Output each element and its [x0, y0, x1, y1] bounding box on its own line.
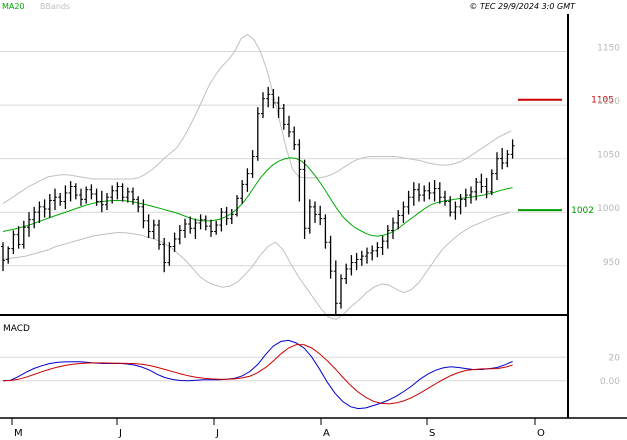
- macd-panel: MACD 0.00 20: [0, 324, 620, 410]
- price-tick-label: 950: [603, 258, 620, 268]
- month-label: A: [323, 428, 330, 439]
- macd-title: MACD: [3, 324, 30, 334]
- price-tick-label: 1050: [597, 151, 620, 161]
- price-tick-label: 1100: [597, 97, 620, 107]
- price-panel: 11051002 9501000105011001150: [0, 14, 620, 320]
- price-axis: 950 1000 1050 1100 1150: [597, 44, 620, 268]
- macd-signal-line: [2, 344, 513, 405]
- macd-axis: 0.00 20: [600, 353, 620, 387]
- macd-tick-label: 20: [609, 353, 621, 363]
- price-tick-label: 1000: [597, 204, 620, 214]
- month-label: S: [429, 428, 435, 439]
- chart-root: MA20 BBands © TEC 29/9/2024 3:0 GMT 1105…: [0, 0, 627, 440]
- month-label: J: [118, 428, 122, 439]
- legend: MA20 BBands: [2, 2, 70, 11]
- copyright-text: © TEC 29/9/2024 3:0 GMT: [469, 2, 576, 11]
- month-label: J: [215, 428, 219, 439]
- month-label: M: [14, 428, 23, 439]
- macd-tick-label: 0.00: [600, 377, 620, 387]
- price-tick-label: 1150: [597, 44, 620, 54]
- macd-line: [2, 339, 513, 410]
- legend-ma20: MA20: [2, 2, 25, 11]
- level-label: 1002: [571, 206, 594, 216]
- price-panel-bg: [0, 14, 568, 314]
- stock-chart: MA20 BBands © TEC 29/9/2024 3:0 GMT 1105…: [0, 2, 627, 439]
- legend-bbands: BBands: [40, 2, 70, 11]
- month-label: O: [537, 428, 545, 439]
- macd-lines: [2, 339, 513, 410]
- month-axis: MJJASO: [11, 418, 545, 439]
